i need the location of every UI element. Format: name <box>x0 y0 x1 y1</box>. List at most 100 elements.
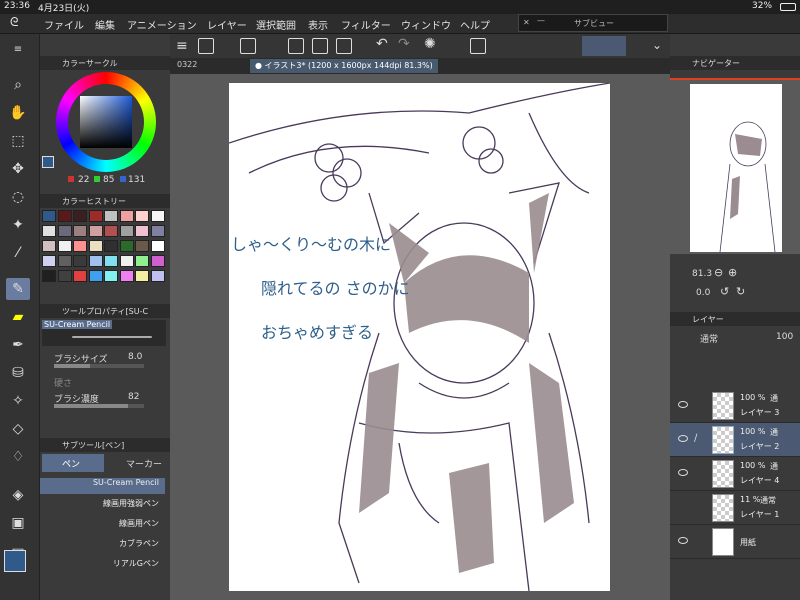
history-swatch[interactable] <box>73 255 87 267</box>
history-swatch[interactable] <box>88 225 103 237</box>
subtool-line-pen[interactable]: 線画用ペン <box>40 518 165 534</box>
history-swatch[interactable] <box>104 270 118 282</box>
menu-view[interactable]: 表示 <box>308 17 328 32</box>
history-swatch[interactable] <box>119 270 134 282</box>
history-swatch[interactable] <box>104 225 118 237</box>
history-swatch[interactable] <box>42 240 56 252</box>
history-swatch[interactable] <box>57 225 72 237</box>
history-swatch[interactable] <box>150 240 165 252</box>
history-swatch[interactable] <box>135 210 149 222</box>
layer-opacity-value[interactable]: 100 <box>776 332 793 342</box>
undo-icon[interactable]: ↶ <box>376 36 388 52</box>
saturation-square[interactable] <box>80 96 132 148</box>
current-color-chip[interactable] <box>42 156 54 168</box>
navigator-preview[interactable] <box>670 78 800 254</box>
app-logo-icon[interactable]: ᘓ <box>10 15 18 30</box>
close-icon[interactable]: ✕ <box>523 18 530 27</box>
move-tool-icon[interactable]: ✥ <box>6 158 30 180</box>
airbrush-icon[interactable]: ⛁ <box>6 362 30 384</box>
eyedropper-icon[interactable]: ⁄ <box>6 242 30 264</box>
zoom-value[interactable]: 81.3 <box>692 269 712 279</box>
history-swatch[interactable] <box>42 255 56 267</box>
tab-pen[interactable]: ペン <box>42 454 104 472</box>
new-layer-icon[interactable] <box>198 38 214 54</box>
history-swatch[interactable] <box>150 270 165 282</box>
brush-size-value[interactable]: 8.0 <box>128 352 142 362</box>
visibility-eye-icon[interactable] <box>678 401 688 408</box>
subview-window[interactable]: ✕ — サブビュー <box>518 14 668 32</box>
rotate-left-icon[interactable]: ↺ <box>720 285 729 298</box>
subtool-line-pen-pressure[interactable]: 線画用強弱ペン <box>40 498 165 514</box>
menu-window[interactable]: ウィンドウ <box>401 17 451 32</box>
history-swatch[interactable] <box>135 255 149 267</box>
marker-tool-icon[interactable]: ▰ <box>6 306 30 328</box>
history-swatch[interactable] <box>135 225 149 237</box>
menu-help[interactable]: ヘルプ <box>460 17 490 32</box>
history-swatch[interactable] <box>88 210 103 222</box>
blend-tool-icon[interactable]: ♢ <box>6 446 30 468</box>
menu-animation[interactable]: アニメーション <box>127 17 197 32</box>
history-swatch[interactable] <box>135 240 149 252</box>
history-swatch[interactable] <box>88 240 103 252</box>
redo-icon[interactable]: ↷ <box>398 36 410 52</box>
subtool-real-g-pen[interactable]: リアルGペン <box>40 558 165 574</box>
layer-row-paper[interactable]: 用紙 <box>670 525 800 559</box>
object-select-icon[interactable]: ⬚ <box>6 130 30 152</box>
main-color-swatch[interactable] <box>4 550 26 572</box>
magic-wand-icon[interactable]: ✦ <box>6 214 30 236</box>
layer-row[interactable]: 100 % 通 レイヤー 4 <box>670 457 800 491</box>
history-swatch[interactable] <box>42 210 56 222</box>
history-swatch[interactable] <box>104 255 118 267</box>
drawing-canvas[interactable]: しゃ〜くり〜むの木に 隠れてるの さのかに おちゃめすぎる <box>228 82 611 592</box>
zoom-tool-icon[interactable]: ⌕ <box>6 74 30 96</box>
lasso-tool-icon[interactable]: ◌ <box>6 186 30 208</box>
history-swatch[interactable] <box>73 270 87 282</box>
pen-tool-icon[interactable]: ✎ <box>6 278 30 300</box>
rotate-right-icon[interactable]: ↻ <box>736 285 745 298</box>
save-icon[interactable] <box>336 38 352 54</box>
history-swatch[interactable] <box>88 270 103 282</box>
layer-row[interactable]: 11 % 通常 レイヤー 1 <box>670 491 800 525</box>
history-swatch[interactable] <box>135 270 149 282</box>
history-swatch[interactable] <box>57 210 72 222</box>
chevron-down-icon[interactable]: ⌄ <box>652 38 662 52</box>
brush-tool-icon[interactable]: ✒ <box>6 334 30 356</box>
open-icon[interactable] <box>312 38 328 54</box>
gradient-icon[interactable]: ▣ <box>6 512 30 534</box>
history-swatch[interactable] <box>104 240 118 252</box>
history-swatch[interactable] <box>88 255 103 267</box>
visibility-eye-icon[interactable] <box>678 537 688 544</box>
menu-filter[interactable]: フィルター <box>341 17 391 32</box>
zoom-in-icon[interactable]: ⊕ <box>728 266 737 279</box>
history-swatch[interactable] <box>73 225 87 237</box>
tab-marker[interactable]: マーカー <box>106 454 166 472</box>
zoom-out-icon[interactable]: ⊖ <box>714 266 723 279</box>
history-swatch[interactable] <box>119 240 134 252</box>
density-value[interactable]: 82 <box>128 392 139 402</box>
layer-row[interactable]: 100 % 通 レイヤー 3 <box>670 389 800 423</box>
history-swatch[interactable] <box>150 225 165 237</box>
hand-tool-icon[interactable]: ✋ <box>6 102 30 124</box>
menu-selection[interactable]: 選択範囲 <box>256 17 296 32</box>
history-swatch[interactable] <box>42 225 56 237</box>
history-swatch[interactable] <box>119 210 134 222</box>
layer-row-selected[interactable]: ∕ 100 % 通 レイヤー 2 <box>670 423 800 457</box>
fill-bucket-icon[interactable]: ◈ <box>6 484 30 506</box>
subtool-kabura-pen[interactable]: カブラペン <box>40 538 165 554</box>
history-swatch[interactable] <box>73 210 87 222</box>
eraser-icon[interactable]: ◇ <box>6 418 30 440</box>
rotate-value[interactable]: 0.0 <box>696 288 710 298</box>
tab-0322[interactable]: 0322 <box>172 59 202 73</box>
history-swatch[interactable] <box>119 255 134 267</box>
fill-icon[interactable] <box>470 38 486 54</box>
decoration-icon[interactable]: ✧ <box>6 390 30 412</box>
history-swatch[interactable] <box>57 255 72 267</box>
subtool-su-cream-pencil[interactable]: SU-Cream Pencil <box>40 478 165 494</box>
history-swatch[interactable] <box>73 240 87 252</box>
menu-icon[interactable]: ≡ <box>176 38 188 54</box>
new-canvas-icon[interactable] <box>288 38 304 54</box>
menu-edit[interactable]: 編集 <box>95 17 115 32</box>
menu-lines-icon[interactable]: ≡ <box>6 38 30 60</box>
minimize-icon[interactable]: — <box>537 16 545 25</box>
blend-mode-select[interactable]: 通常 <box>700 332 718 345</box>
